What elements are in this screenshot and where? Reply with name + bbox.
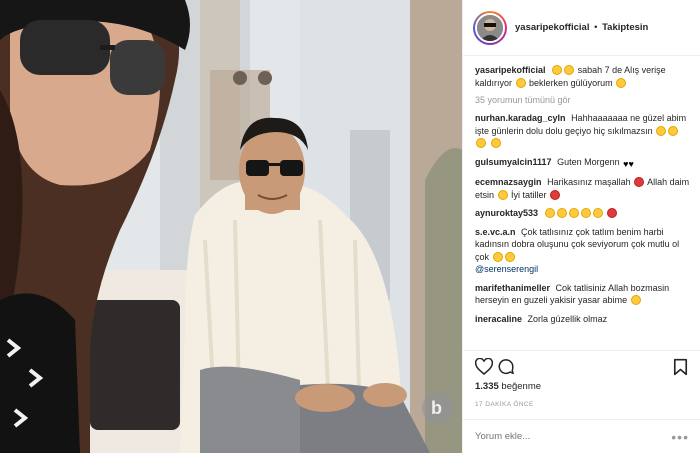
comment-bubble-icon[interactable] bbox=[495, 356, 517, 378]
smile-emoji-icon bbox=[504, 251, 515, 262]
comment-text: Guten Morgenn bbox=[557, 156, 620, 167]
smile-emoji-icon bbox=[497, 189, 508, 200]
comment: ecemnazsaygin Harikasınız maşallah Allah… bbox=[475, 176, 691, 201]
kiss-emoji-icon bbox=[607, 208, 618, 218]
smile-emoji-icon bbox=[492, 251, 503, 262]
heart-emoji-icon bbox=[634, 177, 645, 187]
post-sidebar: yasaripekofficial • Takiptesin yasaripek… bbox=[462, 0, 700, 453]
comment-input[interactable] bbox=[475, 431, 672, 442]
ellipsis-icon[interactable]: ••• bbox=[671, 429, 689, 445]
likes-count[interactable]: 1.335 beğenme bbox=[475, 381, 541, 392]
post-header: yasaripekofficial • Takiptesin bbox=[463, 0, 700, 56]
comment: nurhan.karadag_cyln Hahhaaaaaaa ne güzel… bbox=[475, 112, 691, 150]
avatar-image bbox=[475, 12, 505, 43]
laughing-emoji-icon bbox=[544, 208, 555, 218]
laughing-emoji-icon bbox=[656, 125, 667, 136]
comment-text-c: İyi tatiller bbox=[511, 189, 547, 200]
likes-label: beğenme bbox=[501, 381, 542, 392]
laughing-emoji-icon bbox=[568, 208, 579, 218]
post-image: b bbox=[0, 0, 462, 453]
smile-emoji-icon bbox=[552, 65, 563, 75]
caption-username[interactable]: yasaripekofficial bbox=[475, 65, 546, 75]
sunglasses-emoji-icon bbox=[564, 65, 575, 75]
svg-text:b: b bbox=[431, 398, 442, 418]
comment: ineracaline Zorla güzellik olmaz bbox=[475, 313, 691, 326]
sleepy-emoji-icon bbox=[515, 77, 526, 88]
kiss-emoji-icon bbox=[550, 189, 561, 200]
comment-username[interactable]: gulsumyalcin1117 bbox=[475, 157, 552, 167]
post-timestamp: 17 DAKİKA ÖNCE bbox=[475, 401, 534, 408]
post-photo[interactable]: b bbox=[0, 0, 462, 453]
follow-status-button[interactable]: Takiptesin bbox=[602, 22, 648, 33]
comment-username[interactable]: ineracaline bbox=[475, 314, 522, 324]
black-heart-emoji-icon: ♥♥ bbox=[623, 158, 634, 169]
comment-username[interactable]: nurhan.karadag_cyln bbox=[475, 113, 566, 123]
comments-list: yasaripekofficial sabah 7 de Alış verişe… bbox=[463, 64, 700, 346]
comment: marifethanimeller Cok tatlisiniz Allah b… bbox=[475, 282, 691, 307]
laughing-emoji-icon bbox=[668, 125, 679, 136]
comment: aynuroktay533 bbox=[475, 207, 691, 220]
header-separator: • bbox=[594, 22, 598, 33]
heart-icon[interactable] bbox=[473, 356, 495, 378]
laughing-emoji-icon bbox=[592, 208, 603, 218]
face-emoji-icon bbox=[616, 77, 627, 88]
comment-username[interactable]: ecemnazsaygin bbox=[475, 177, 542, 187]
avatar[interactable] bbox=[473, 10, 507, 45]
comment-username[interactable]: aynuroktay533 bbox=[475, 208, 538, 218]
bookmark-icon[interactable] bbox=[669, 356, 691, 378]
caption: yasaripekofficial sabah 7 de Alış verişe… bbox=[475, 64, 691, 89]
comment-mention-link[interactable]: @serenserengil bbox=[475, 263, 691, 276]
comment-text: Zorla güzellik olmaz bbox=[527, 313, 608, 324]
post-actions-bar bbox=[463, 350, 700, 382]
comment-username[interactable]: s.e.vc.a.n bbox=[475, 227, 516, 237]
comment: gulsumyalcin1117 Guten Morgenn ♥♥ bbox=[475, 156, 691, 171]
heart-eyes-emoji-icon bbox=[490, 138, 501, 148]
likes-number: 1.335 bbox=[475, 381, 499, 392]
thumbs-up-emoji-icon bbox=[630, 295, 641, 305]
add-comment-bar: ••• bbox=[463, 419, 700, 453]
laughing-emoji-icon bbox=[580, 208, 591, 218]
view-all-comments-link[interactable]: 35 yorumun tümünü gör bbox=[475, 95, 691, 105]
laughing-emoji-icon bbox=[476, 138, 486, 148]
comment-text: Harikasınız maşallah bbox=[547, 177, 631, 187]
comment-username[interactable]: marifethanimeller bbox=[475, 283, 550, 293]
caption-text-b: beklerken gülüyorum bbox=[529, 77, 613, 88]
laughing-emoji-icon bbox=[556, 208, 567, 218]
header-username[interactable]: yasaripekofficial bbox=[515, 22, 589, 33]
comment: s.e.vc.a.n Çok tatlısınız çok tatlım ben… bbox=[475, 226, 691, 276]
